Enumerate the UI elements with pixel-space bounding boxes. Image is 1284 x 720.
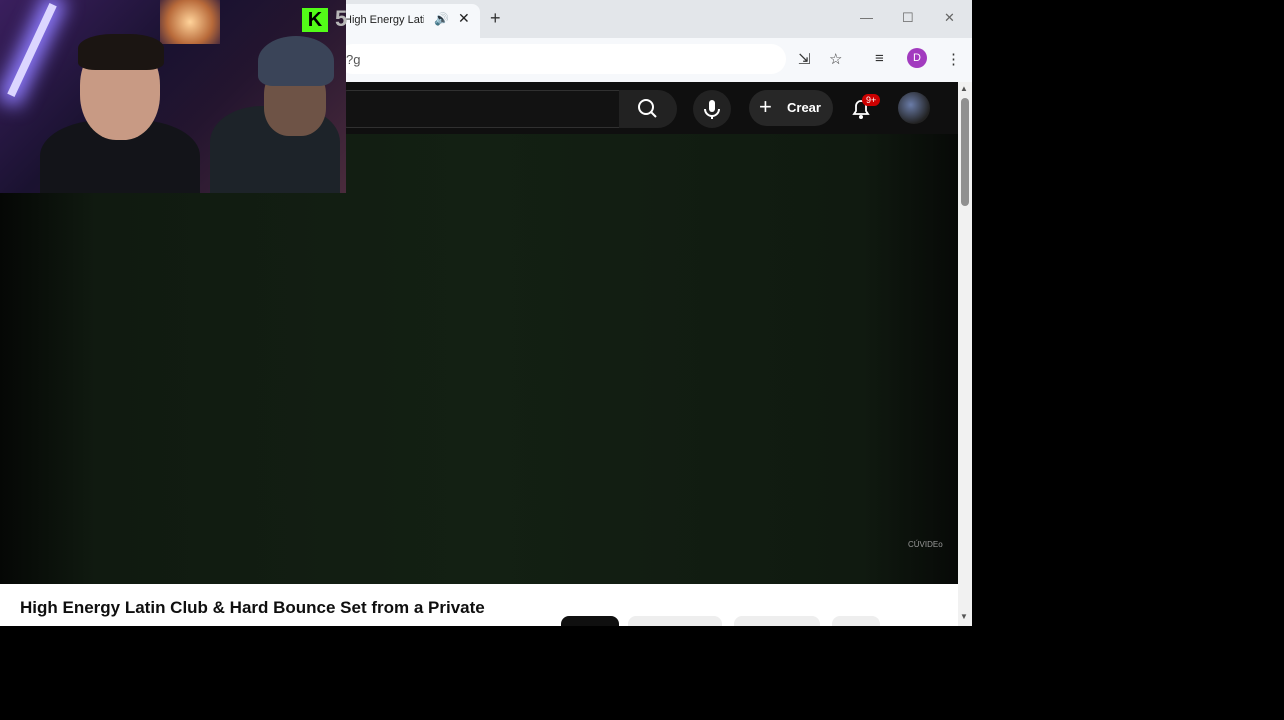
search-input[interactable] (330, 90, 620, 128)
scroll-thumb[interactable] (961, 98, 969, 206)
page-scrollbar[interactable]: ▲ ▼ (958, 82, 972, 626)
video-watermark: CÚVIDEo (908, 540, 943, 549)
search-button[interactable] (619, 90, 677, 128)
webcam-overlay (0, 0, 346, 193)
plus-icon: + (759, 94, 772, 119)
chip[interactable] (734, 616, 820, 626)
account-avatar[interactable] (898, 92, 930, 124)
star-icon[interactable]: ☆ (829, 50, 842, 68)
url-text: ?g (346, 52, 361, 67)
chip[interactable] (832, 616, 880, 626)
minimize-icon[interactable]: — (860, 10, 873, 25)
audio-icon[interactable]: 🔊 (434, 12, 449, 26)
scroll-up-icon[interactable]: ▲ (960, 84, 968, 93)
create-button[interactable]: + Crear (749, 90, 833, 126)
search-icon (638, 99, 657, 118)
kick-logo-icon: K (302, 8, 328, 32)
window-close-icon[interactable]: ✕ (944, 10, 955, 26)
below-player: High Energy Latin Club & Hard Bounce Set… (0, 584, 958, 626)
chip[interactable] (628, 616, 722, 626)
install-icon[interactable]: ⇲ (798, 50, 811, 68)
video-player[interactable]: CÚVIDEo (0, 134, 958, 584)
tab-title: High Energy Latin Club (344, 14, 424, 26)
video-title: High Energy Latin Club & Hard Bounce Set… (20, 598, 485, 617)
create-label: Crear (787, 100, 821, 115)
scroll-down-icon[interactable]: ▼ (960, 612, 968, 621)
notification-badge: 9+ (862, 94, 881, 106)
streamer-left (40, 20, 200, 193)
overlay-number: 5 (335, 6, 348, 31)
voice-search-button[interactable] (693, 90, 731, 128)
kebab-menu-icon[interactable]: ⋮ (946, 50, 961, 68)
streamer-right (210, 36, 340, 193)
media-control-icon[interactable]: ≡ (875, 50, 884, 67)
close-icon[interactable]: ✕ (458, 10, 470, 27)
mic-icon (704, 100, 720, 119)
address-bar[interactable]: ?g (338, 44, 786, 74)
maximize-icon[interactable]: ☐ (902, 10, 914, 26)
profile-avatar[interactable]: D (907, 48, 927, 68)
chip-active[interactable] (561, 616, 619, 626)
new-tab-plus-icon[interactable]: + (490, 8, 501, 29)
tab-active[interactable]: High Energy Latin Club 🔊 ✕ (330, 4, 480, 38)
